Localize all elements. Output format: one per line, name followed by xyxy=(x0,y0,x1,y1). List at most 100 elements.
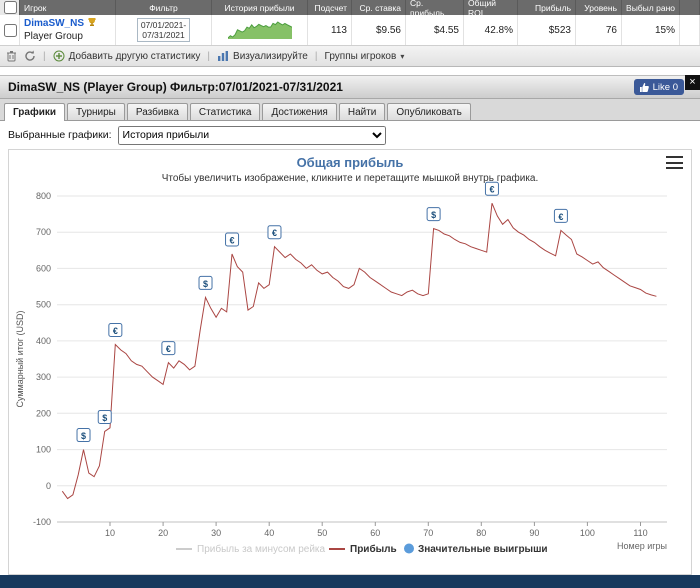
page: Игрок Фильтр История прибыли Подсчет Ср.… xyxy=(0,0,700,588)
col-avg-profit[interactable]: Ср. прибыль xyxy=(406,0,464,18)
svg-text:$: $ xyxy=(81,431,86,441)
x-tick-label: 70 xyxy=(423,528,433,538)
y-tick-label: 600 xyxy=(36,263,51,273)
svg-text:€: € xyxy=(489,185,494,195)
thumbs-up-icon xyxy=(639,82,649,92)
col-player[interactable]: Игрок xyxy=(20,0,116,15)
sparkline-cell[interactable] xyxy=(212,15,308,45)
row-checkbox[interactable] xyxy=(3,23,17,37)
chart-subtitle: Чтобы увеличить изображение, кликните и … xyxy=(162,172,539,184)
chart-menu-icon[interactable] xyxy=(666,156,683,169)
legend-item-rake-free-profit[interactable]: Прибыль за минусом рейка xyxy=(176,543,326,555)
x-tick-label: 40 xyxy=(264,528,274,538)
tab-graphs[interactable]: Графики xyxy=(4,103,66,121)
col-profit-history[interactable]: История прибыли xyxy=(212,0,308,15)
significant-win-marker[interactable]: € xyxy=(161,341,176,356)
refresh-button[interactable] xyxy=(24,50,36,62)
x-axis-title: Номер игры xyxy=(617,541,667,551)
svg-text:€: € xyxy=(558,212,563,222)
visualize-button[interactable]: Визуализируйте xyxy=(217,50,308,62)
tab-tournaments[interactable]: Турниры xyxy=(67,103,125,120)
significant-win-marker[interactable]: $ xyxy=(426,207,441,222)
col-profit[interactable]: Прибыль xyxy=(518,0,576,15)
tab-achievements[interactable]: Достижения xyxy=(262,103,337,120)
tab-publish[interactable]: Опубликовать xyxy=(387,103,471,120)
svg-text:€: € xyxy=(272,228,277,238)
profit-chart[interactable]: Общая прибыль Чтобы увеличить изображение… xyxy=(9,150,691,574)
col-level[interactable]: Уровень xyxy=(576,0,622,15)
x-tick-label: 30 xyxy=(211,528,221,538)
y-tick-label: -100 xyxy=(33,517,51,527)
close-icon[interactable]: × xyxy=(685,75,700,90)
chart-title: Общая прибыль xyxy=(297,155,404,170)
refresh-icon xyxy=(25,50,35,61)
facebook-like-button[interactable]: Like 0 xyxy=(633,79,684,95)
tab-breakdown[interactable]: Разбивка xyxy=(126,103,188,120)
graph-select-row: Выбранные графики: История прибыли xyxy=(0,121,700,147)
chevron-down-icon: ▾ xyxy=(400,51,405,61)
player-cell: DimaSW_NS Player Group xyxy=(20,15,116,45)
svg-text:€: € xyxy=(113,326,118,336)
plus-circle-icon xyxy=(53,50,65,62)
significant-win-marker[interactable]: $ xyxy=(198,275,213,290)
select-all-checkbox[interactable] xyxy=(3,1,17,14)
delete-button[interactable] xyxy=(6,50,17,62)
player-groups-dropdown[interactable]: Группы игроков ▾ xyxy=(324,51,404,62)
chart-container: Общая прибыль Чтобы увеличить изображение… xyxy=(8,149,692,575)
toolbar: | Добавить другую статистику | Визуализи… xyxy=(0,45,700,67)
filter-cell[interactable]: 07/01/2021- 07/31/2021 xyxy=(116,15,212,45)
significant-win-marker[interactable]: € xyxy=(484,181,499,196)
count-value: 113 xyxy=(308,15,352,45)
legend-item-profit[interactable]: Прибыль xyxy=(329,543,397,555)
player-name[interactable]: DimaSW_NS xyxy=(24,18,84,30)
col-filler xyxy=(680,0,700,15)
x-tick-label: 110 xyxy=(633,528,647,538)
col-avg-stake[interactable]: Ср. ставка xyxy=(352,0,406,15)
toolbar-separator: | xyxy=(314,50,318,62)
profit-sparkline xyxy=(227,21,292,39)
profit-value: $523 xyxy=(518,15,576,45)
svg-text:Прибыль: Прибыль xyxy=(350,543,397,555)
player-stats-table: Игрок Фильтр История прибыли Подсчет Ср.… xyxy=(0,0,700,46)
svg-text:Прибыль за минусом рейка: Прибыль за минусом рейка xyxy=(197,543,326,555)
avg-stake-value: $9.56 xyxy=(352,15,406,45)
trash-icon xyxy=(7,51,16,62)
y-tick-label: 700 xyxy=(36,227,51,237)
tab-bar: Графики Турниры Разбивка Статистика Дост… xyxy=(0,99,700,121)
player-name-line[interactable]: DimaSW_NS xyxy=(24,17,97,31)
significant-win-marker[interactable]: € xyxy=(225,232,240,247)
report-panel: DimaSW_NS (Player Group) Фильтр:07/01/20… xyxy=(0,75,700,575)
significant-win-marker[interactable]: € xyxy=(108,323,123,338)
player-group-label: Player Group xyxy=(24,31,83,42)
svg-text:$: $ xyxy=(102,413,107,423)
graph-select[interactable]: История прибыли xyxy=(117,125,386,145)
table-row[interactable]: DimaSW_NS Player Group 07/01/2021- 07/31… xyxy=(0,15,700,46)
col-count[interactable]: Подсчет xyxy=(308,0,352,15)
row-checkbox-cell xyxy=(0,15,20,45)
tab-find[interactable]: Найти xyxy=(338,103,386,120)
legend-item-significant-wins[interactable]: Значительные выигрыши xyxy=(404,543,548,556)
tab-statistics[interactable]: Статистика xyxy=(189,103,261,120)
col-busted-early[interactable]: Выбыл рано xyxy=(622,0,680,15)
svg-text:$: $ xyxy=(203,279,208,289)
x-tick-label: 100 xyxy=(580,528,595,538)
significant-win-marker[interactable]: € xyxy=(267,225,282,240)
y-tick-label: 200 xyxy=(36,408,51,418)
svg-text:€: € xyxy=(166,344,171,354)
level-value: 76 xyxy=(576,15,622,45)
svg-text:$: $ xyxy=(431,210,436,220)
col-filter[interactable]: Фильтр xyxy=(116,0,212,15)
add-statistic-button[interactable]: Добавить другую статистику xyxy=(53,50,200,62)
y-tick-label: 800 xyxy=(36,191,51,201)
svg-text:Значительные выигрыши: Значительные выигрыши xyxy=(418,544,548,555)
significant-win-marker[interactable]: $ xyxy=(76,428,91,443)
roi-value: 42.8% xyxy=(464,15,518,45)
x-tick-label: 60 xyxy=(370,528,380,538)
col-roi[interactable]: Общий ROI xyxy=(464,0,518,18)
profit-line[interactable] xyxy=(61,203,657,500)
significant-win-marker[interactable]: € xyxy=(553,208,568,223)
trophy-icon xyxy=(87,17,97,31)
significant-win-marker[interactable]: $ xyxy=(97,409,112,424)
date-filter-value[interactable]: 07/01/2021- 07/31/2021 xyxy=(136,18,191,42)
x-tick-label: 90 xyxy=(529,528,539,538)
